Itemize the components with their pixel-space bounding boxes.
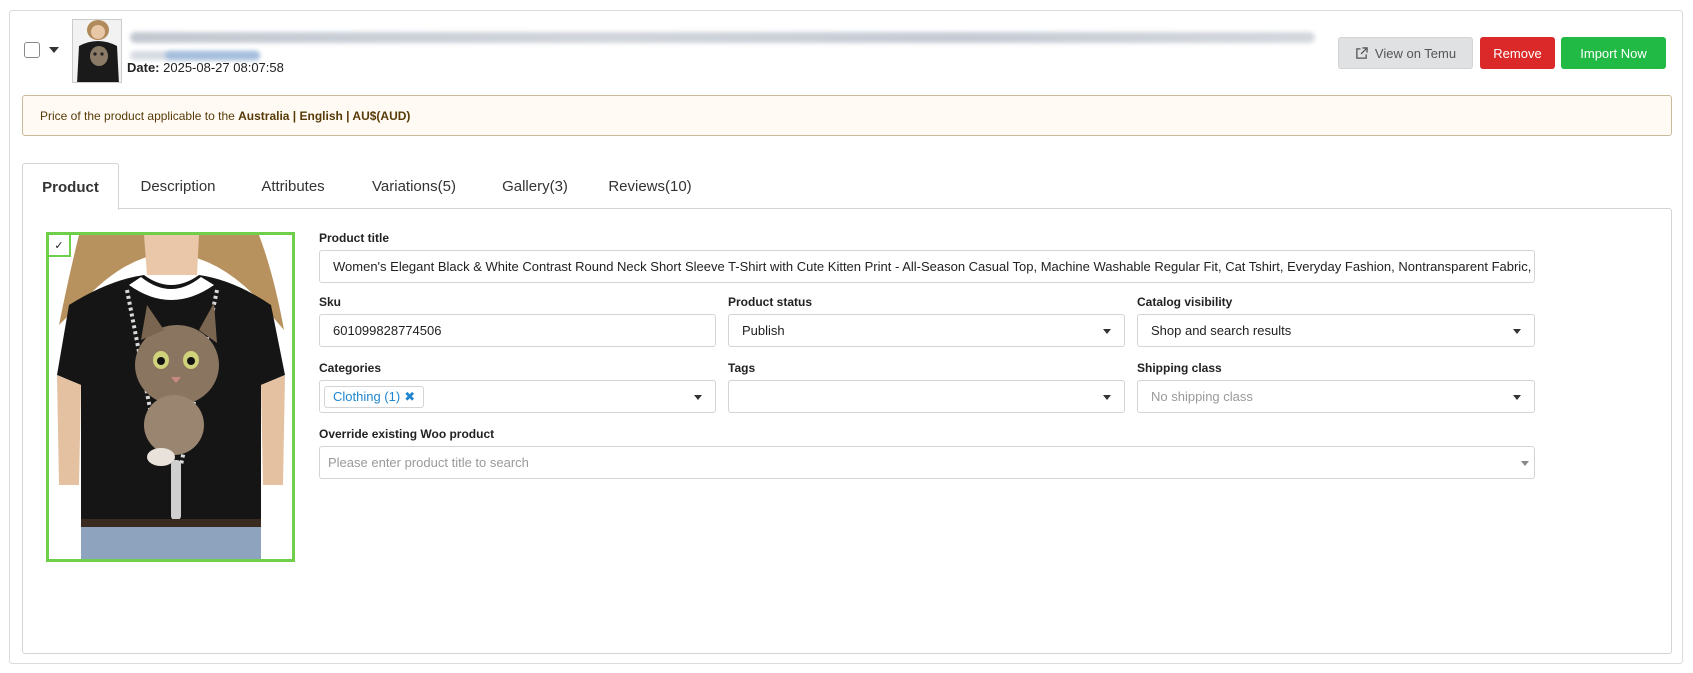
category-chip-label: Clothing (1) xyxy=(333,389,401,404)
tags-select[interactable] xyxy=(728,380,1125,413)
view-on-temu-button[interactable]: View on Temu xyxy=(1338,37,1473,69)
chevron-down-icon xyxy=(1521,461,1529,466)
override-woo-placeholder: Please enter product title to search xyxy=(328,455,529,470)
tab-label: Description xyxy=(140,177,216,195)
tab-label: Attributes xyxy=(261,177,325,195)
external-link-icon xyxy=(1355,46,1368,60)
import-now-label: Import Now xyxy=(1580,45,1647,61)
tab-label: Gallery(3) xyxy=(502,177,568,195)
sku-value: 601099828774506 xyxy=(333,323,442,338)
chevron-down-icon xyxy=(1513,395,1521,400)
product-import-card: Date: 2025-08-27 08:07:58 View on Temu R… xyxy=(9,10,1683,664)
tab-label: Product xyxy=(42,178,99,196)
remove-button[interactable]: Remove xyxy=(1480,37,1555,69)
price-region-notice: Price of the product applicable to the A… xyxy=(22,95,1672,136)
chevron-down-icon xyxy=(1513,329,1521,334)
import-date: Date: 2025-08-27 08:07:58 xyxy=(127,60,284,75)
override-woo-label: Override existing Woo product xyxy=(319,427,495,441)
blurred-product-title xyxy=(130,32,1315,43)
catalog-visibility-select[interactable]: Shop and search results xyxy=(1137,314,1535,347)
categories-label: Categories xyxy=(319,361,382,375)
shipping-class-select[interactable]: No shipping class xyxy=(1137,380,1535,413)
sku-input[interactable]: 601099828774506 xyxy=(319,314,716,347)
product-image[interactable]: ✓ xyxy=(46,232,295,562)
shipping-class-label: Shipping class xyxy=(1137,361,1222,375)
tab-reviews[interactable]: Reviews(10) xyxy=(600,163,700,209)
select-product-checkbox[interactable] xyxy=(24,42,40,58)
check-icon: ✓ xyxy=(54,239,64,252)
chevron-down-icon xyxy=(1103,329,1111,334)
tab-label: Variations(5) xyxy=(372,177,456,195)
notice-region: Australia | English | AU$(AUD) xyxy=(238,108,411,123)
chevron-down-icon xyxy=(1103,395,1111,400)
notice-text: Price of the product applicable to the xyxy=(40,108,239,123)
tab-description[interactable]: Description xyxy=(128,163,228,209)
product-title-value: Women's Elegant Black & White Contrast R… xyxy=(333,259,1535,274)
chevron-down-icon xyxy=(694,395,702,400)
product-title-input[interactable]: Women's Elegant Black & White Contrast R… xyxy=(319,250,1535,283)
date-label: Date: xyxy=(127,60,160,75)
date-value: 2025-08-27 08:07:58 xyxy=(163,60,284,75)
product-title-label: Product title xyxy=(319,231,390,245)
product-tab-panel: ✓ Product title Women's Elegant Black & … xyxy=(22,208,1672,654)
image-selected-checkbox[interactable]: ✓ xyxy=(49,235,71,257)
shipping-class-placeholder: No shipping class xyxy=(1151,389,1253,404)
tab-attributes[interactable]: Attributes xyxy=(248,163,338,209)
product-photo xyxy=(49,235,292,559)
tags-label: Tags xyxy=(728,361,756,375)
product-status-label: Product status xyxy=(728,295,813,309)
catalog-visibility-label: Catalog visibility xyxy=(1137,295,1233,309)
blurred-link xyxy=(165,51,260,60)
product-status-value: Publish xyxy=(742,323,785,338)
override-woo-select[interactable]: Please enter product title to search xyxy=(319,446,1535,479)
chevron-down-icon[interactable] xyxy=(49,47,59,53)
view-on-temu-label: View on Temu xyxy=(1374,45,1457,61)
tab-product[interactable]: Product xyxy=(22,163,119,210)
categories-select[interactable]: Clothing (1) ✖ xyxy=(319,380,716,413)
remove-category-icon[interactable]: ✖ xyxy=(404,389,415,405)
product-status-select[interactable]: Publish xyxy=(728,314,1125,347)
remove-label: Remove xyxy=(1493,45,1542,61)
sku-label: Sku xyxy=(319,295,342,309)
tab-label: Reviews(10) xyxy=(608,177,692,195)
tab-variations[interactable]: Variations(5) xyxy=(358,163,470,209)
tab-gallery[interactable]: Gallery(3) xyxy=(490,163,580,209)
category-chip[interactable]: Clothing (1) ✖ xyxy=(324,385,425,408)
catalog-visibility-value: Shop and search results xyxy=(1151,323,1292,338)
product-thumbnail xyxy=(72,19,122,83)
import-now-button[interactable]: Import Now xyxy=(1561,37,1666,69)
